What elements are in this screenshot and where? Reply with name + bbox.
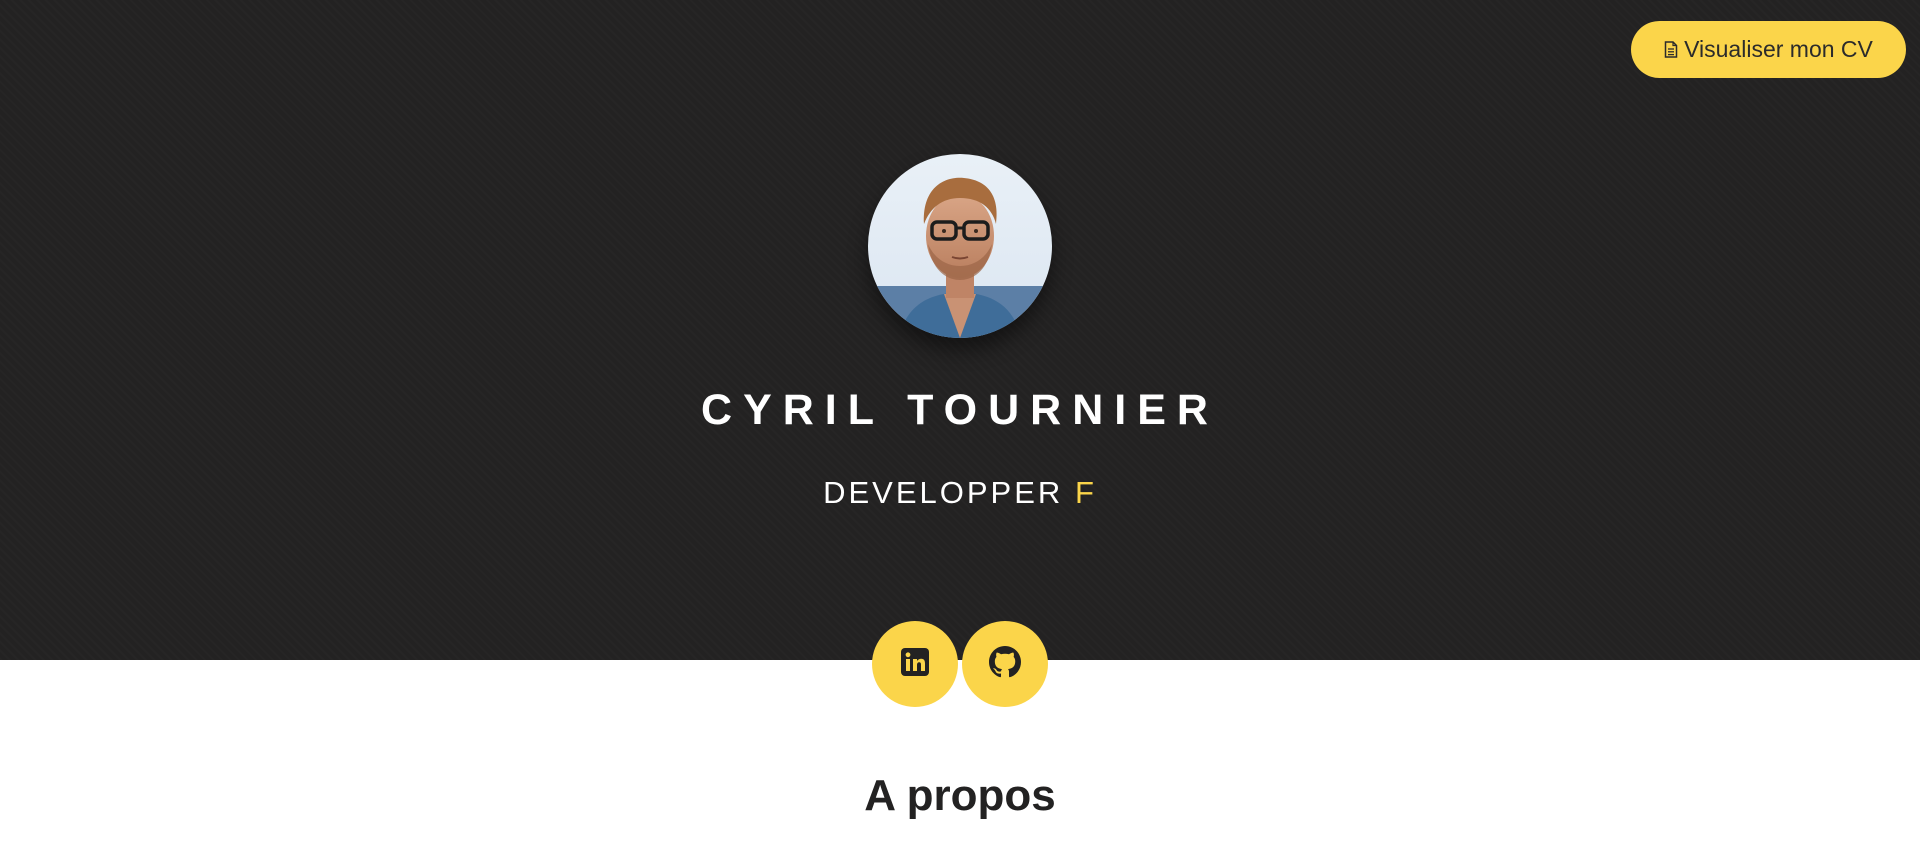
github-icon — [989, 645, 1021, 683]
role-typed-text: F — [1074, 475, 1097, 510]
profile-name: CYRIL TOURNIER — [701, 386, 1219, 434]
avatar — [868, 154, 1052, 338]
document-icon — [1664, 41, 1678, 58]
view-cv-label: Visualiser mon CV — [1684, 36, 1873, 62]
linkedin-button[interactable] — [872, 621, 958, 707]
profile-role: DEVELOPPER F — [0, 473, 1920, 513]
view-cv-button[interactable]: Visualiser mon CV — [1631, 21, 1906, 78]
linkedin-icon — [900, 647, 930, 682]
github-button[interactable] — [962, 621, 1048, 707]
hero-section: Visualiser mon CV CYRIL TOURNIER DEVELOP… — [0, 0, 1920, 660]
role-prefix: DEVELOPPER — [823, 475, 1064, 510]
about-heading: A propos — [864, 771, 1056, 820]
